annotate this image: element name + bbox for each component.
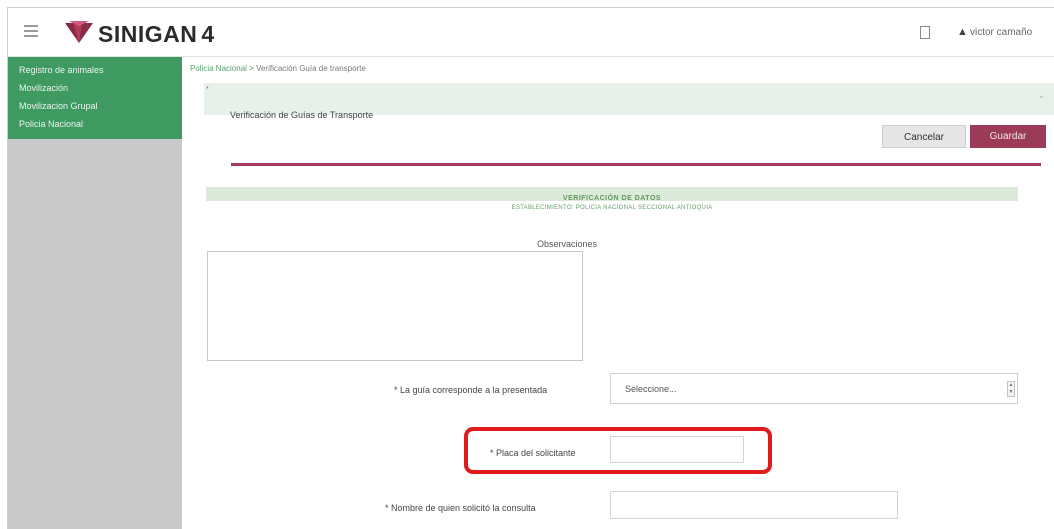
- highlight-box: [464, 427, 772, 474]
- sidebar-menu: Registro de animales Movilización Movili…: [8, 57, 182, 139]
- document-icon[interactable]: [920, 26, 930, 39]
- breadcrumb-separator: >: [249, 64, 254, 73]
- section-divider: [231, 163, 1041, 166]
- main-content: Policia Nacional > Verificación Guía de …: [182, 57, 1054, 529]
- menu-icon[interactable]: [24, 25, 38, 37]
- sinigan-logo-icon: [65, 21, 93, 43]
- chevron-down-icon[interactable]: ⌄: [1038, 91, 1045, 100]
- verification-header: VERIFICACIÓN DE DATOS: [206, 187, 1018, 202]
- sidebar-item-registro-animales[interactable]: Registro de animales: [8, 61, 182, 79]
- user-icon[interactable]: ▲: [957, 26, 968, 38]
- breadcrumb-current: Verificación Guía de transporte: [256, 64, 366, 73]
- top-bar: SINIGAN 4 ▲ victor camaño: [8, 8, 1054, 57]
- guide-label: * La guía corresponde a la presentada: [394, 385, 548, 395]
- app-logo-text[interactable]: SINIGAN 4: [98, 21, 215, 48]
- requester-label: * Nombre de quien solicitó la consulta: [385, 503, 536, 513]
- guide-select-value: Seleccione...: [625, 384, 677, 394]
- verification-title: VERIFICACIÓN DE DATOS: [562, 195, 662, 202]
- sidebar-item-policia-nacional[interactable]: Policia Nacional: [8, 115, 182, 133]
- app-name: SINIGAN: [98, 21, 198, 47]
- observations-textarea[interactable]: [207, 251, 583, 361]
- verification-subtitle: ESTABLECIMIENTO: POLICIA NACIONAL SECCIO…: [511, 205, 713, 211]
- app-version: 4: [201, 21, 215, 47]
- observations-label: Observaciones: [537, 239, 598, 249]
- select-arrows-icon: ▲ ▼: [1007, 381, 1015, 397]
- app-window: SINIGAN 4 ▲ victor camaño Registro de ani…: [7, 7, 1054, 529]
- section-title: Verificación de Guías de Transporte: [230, 110, 374, 120]
- sidebar-item-movilizacion[interactable]: Movilización: [8, 79, 182, 97]
- cancel-button[interactable]: Cancelar: [882, 125, 966, 148]
- breadcrumb-root[interactable]: Policia Nacional: [190, 64, 247, 73]
- breadcrumb: Policia Nacional > Verificación Guía de …: [190, 64, 366, 73]
- sidebar-item-movilizacion-grupal[interactable]: Movilizacion Grupal: [8, 97, 182, 115]
- save-button[interactable]: Guardar: [970, 125, 1046, 148]
- sidebar: Registro de animales Movilización Movili…: [8, 57, 182, 529]
- guide-select[interactable]: Seleccione... ▲ ▼: [610, 373, 1018, 404]
- section-star: *: [206, 86, 209, 93]
- user-name[interactable]: victor camaño: [970, 27, 1032, 38]
- requester-input[interactable]: [610, 491, 898, 519]
